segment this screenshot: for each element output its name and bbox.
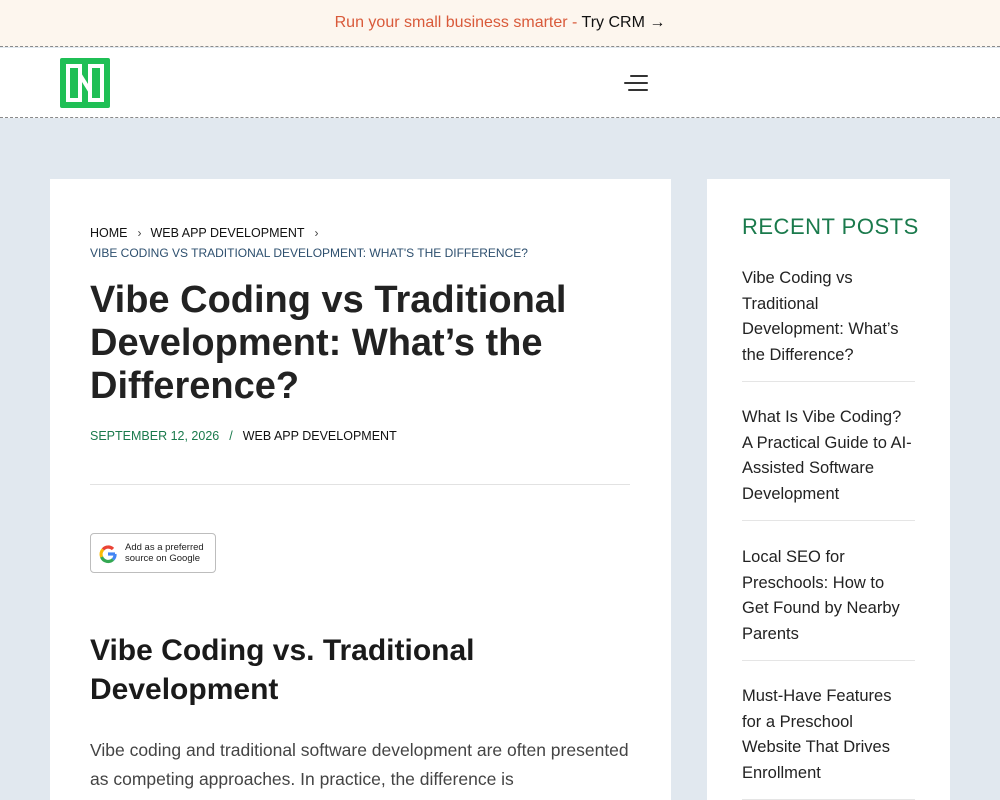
recent-post-link[interactable]: Local SEO for Preschools: How to Get Fou… [742, 545, 915, 647]
google-badge-line1: Add as a preferred [125, 542, 204, 553]
menu-icon[interactable] [622, 73, 648, 93]
list-item: Local SEO for Preschools: How to Get Fou… [742, 521, 915, 661]
recent-post-link[interactable]: Must-Have Features for a Preschool Websi… [742, 684, 915, 786]
list-item: Must-Have Features for a Preschool Websi… [742, 661, 915, 800]
google-g-icon [99, 545, 117, 564]
list-item: What Is Vibe Coding? A Practical Guide t… [742, 382, 915, 521]
google-badge-line2: source on Google [125, 553, 200, 564]
chevron-right-icon: › [137, 226, 142, 240]
recent-posts-title: RECENT POSTS [742, 214, 919, 239]
article-card: HOME › WEB APP DEVELOPMENT › VIBE CODING VS… [50, 179, 671, 800]
post-date: SEPTEMBER 12, 2026 [90, 429, 220, 443]
sidebar: RECENT POSTS Vibe Coding vs Traditional … [707, 179, 950, 800]
site-logo[interactable] [60, 58, 110, 108]
post-category-link[interactable]: WEB APP DEVELOPMENT [243, 429, 397, 443]
meta-separator: / [229, 429, 233, 443]
breadcrumb-home[interactable]: HOME [90, 226, 128, 240]
breadcrumb-current: VIBE CODING VS TRADITIONAL DEVELOPMENT: … [90, 246, 528, 260]
section-heading: Vibe Coding vs. Traditional Development [90, 634, 475, 706]
recent-post-link[interactable]: What Is Vibe Coding? A Practical Guide t… [742, 405, 915, 507]
intro-paragraph: Vibe coding and traditional software dev… [90, 740, 629, 789]
chevron-right-icon: › [314, 226, 319, 240]
site-header [0, 48, 1000, 118]
divider [90, 484, 630, 485]
breadcrumb-category[interactable]: WEB APP DEVELOPMENT [151, 226, 305, 240]
breadcrumb: HOME › WEB APP DEVELOPMENT › VIBE CODING VS… [90, 223, 650, 263]
list-item: Vibe Coding vs Traditional Development: … [742, 265, 915, 382]
page-title: Vibe Coding vs Traditional Development: … [90, 279, 567, 407]
promo-link[interactable]: Try CRM → [582, 14, 666, 31]
recent-post-link[interactable]: Vibe Coding vs Traditional Development: … [742, 266, 915, 368]
recent-posts-list: Vibe Coding vs Traditional Development: … [742, 265, 915, 800]
promo-text: Run your small business smarter - [334, 14, 582, 31]
promo-banner: Run your small business smarter - Try CR… [0, 0, 1000, 47]
google-preferred-source-button[interactable]: Add as a preferred source on Google [90, 533, 216, 573]
post-meta: SEPTEMBER 12, 2026 / WEB APP DEVELOPMENT [90, 429, 397, 443]
